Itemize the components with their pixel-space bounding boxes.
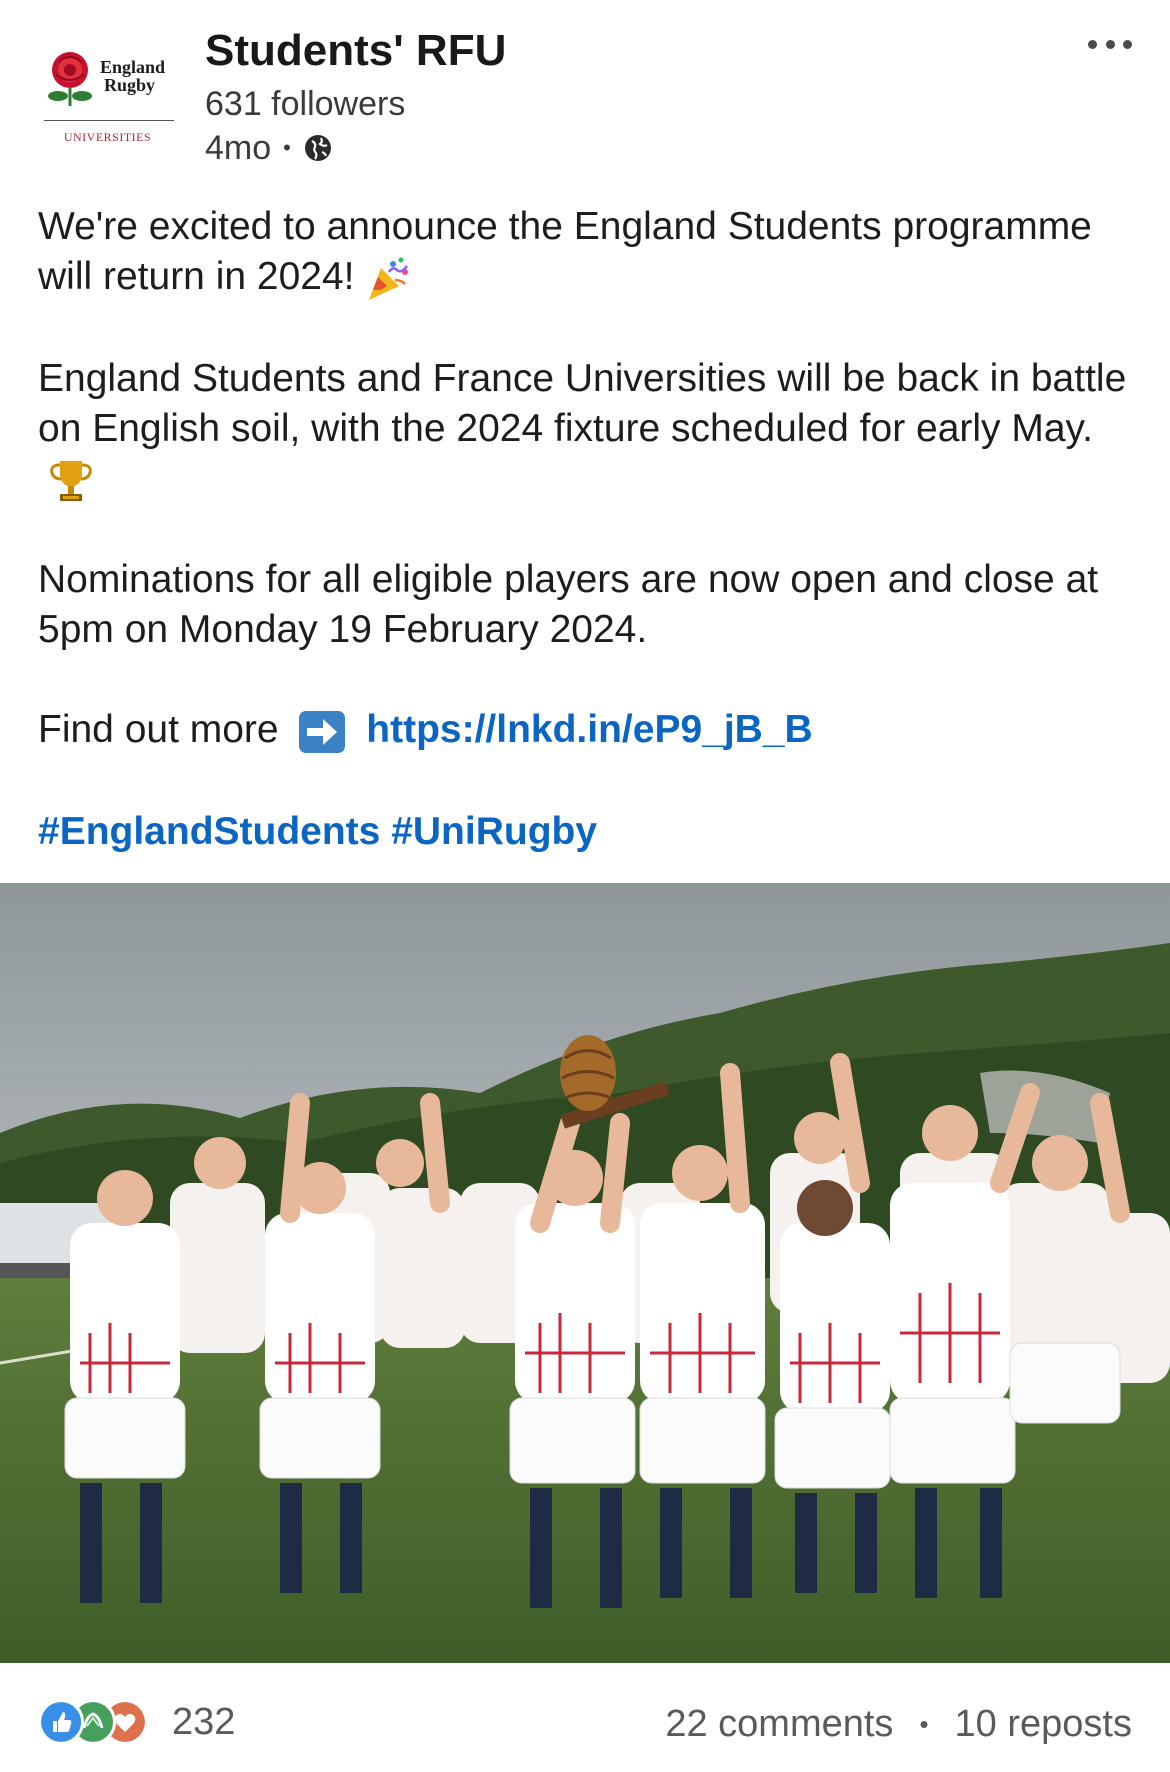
- post-age: 4mo: [205, 129, 272, 167]
- logo-wordmark: England Rugby: [100, 57, 166, 95]
- author-avatar[interactable]: England Rugby UNIVERSITIES: [40, 40, 175, 160]
- separator-dot: •: [283, 135, 291, 160]
- post-paragraph: Find out more https://lnkd.in/eP9_jB_B: [38, 705, 1148, 757]
- post-meta: 4mo •: [205, 126, 333, 170]
- comments-count[interactable]: 22 comments: [665, 1703, 893, 1746]
- separator-dot: •: [919, 1709, 929, 1739]
- reactions-summary[interactable]: 232: [38, 1699, 235, 1745]
- globe-icon: [304, 135, 331, 161]
- post-image[interactable]: [0, 883, 1170, 1663]
- post-link[interactable]: https://lnkd.in/eP9_jB_B: [366, 708, 812, 751]
- like-icon: [38, 1699, 84, 1745]
- trophy-icon: [50, 461, 92, 502]
- right-arrow-icon: [299, 711, 346, 754]
- rose-icon: [48, 52, 92, 106]
- post-text: We're excited to announce the England St…: [38, 202, 1148, 857]
- author-name[interactable]: Students' RFU: [205, 24, 506, 78]
- reaction-count: 232: [172, 1700, 236, 1743]
- follower-count: 631 followers: [205, 85, 406, 123]
- team-photo: [0, 883, 1170, 1663]
- logo-divider: [44, 120, 174, 121]
- logo-subtitle: UNIVERSITIES: [63, 130, 152, 144]
- more-options-icon[interactable]: [1088, 32, 1132, 56]
- post-paragraph: We're excited to announce the England St…: [38, 202, 1148, 304]
- hashtag-link[interactable]: #UniRugby: [391, 810, 597, 853]
- social-counts: 232 22 comments • 10 reposts: [0, 1663, 1170, 1772]
- hashtag-link[interactable]: #EnglandStudents: [38, 810, 380, 853]
- hashtags: #EnglandStudents #UniRugby: [38, 807, 1148, 857]
- reposts-count[interactable]: 10 reposts: [955, 1703, 1132, 1746]
- post-paragraph: Nominations for all eligible players are…: [38, 558, 1099, 652]
- post-header: England Rugby UNIVERSITIES Students' RFU…: [0, 0, 1170, 190]
- post-paragraph: England Students and France Universities…: [38, 354, 1148, 506]
- engagement-stats: 22 comments • 10 reposts: [665, 1703, 1132, 1746]
- party-popper-icon: [368, 257, 408, 300]
